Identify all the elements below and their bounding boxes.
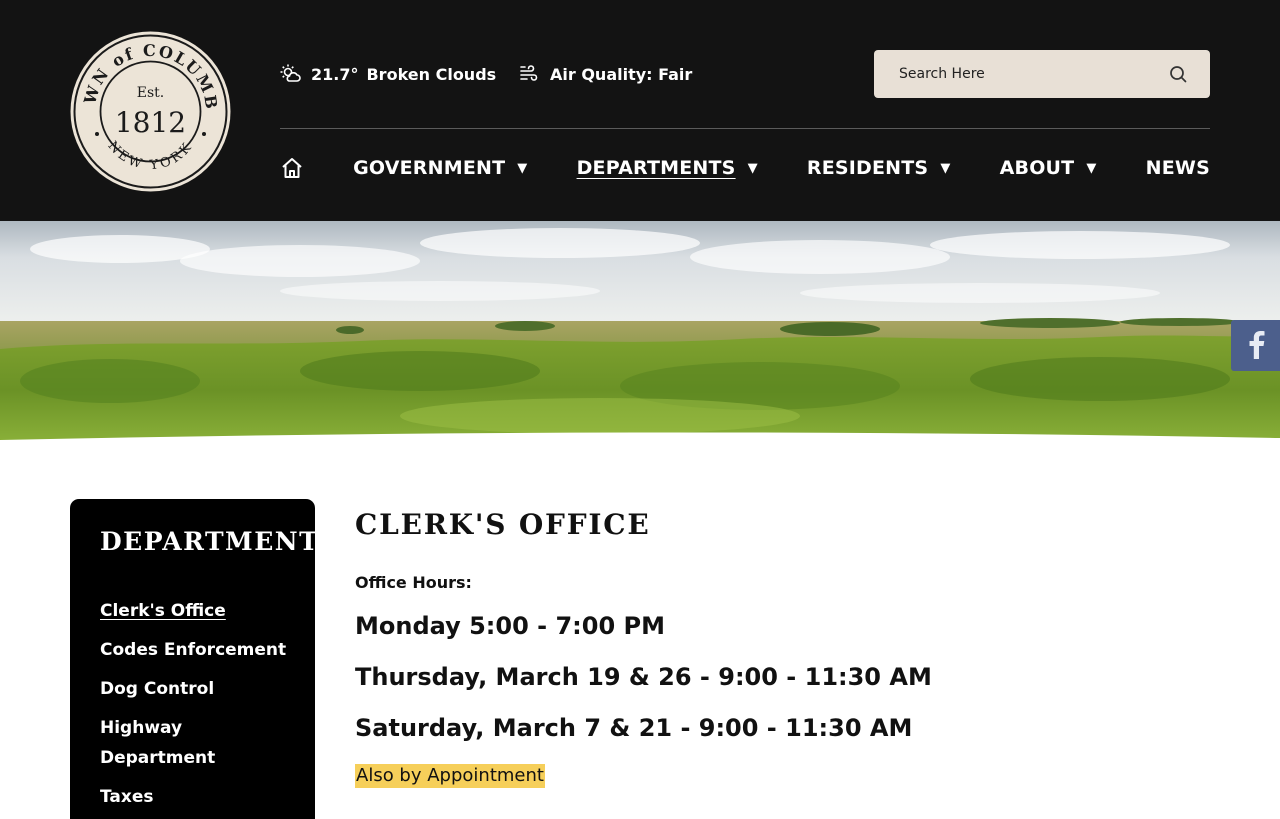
facebook-button[interactable] xyxy=(1231,320,1280,371)
search-box xyxy=(874,50,1210,98)
sidebar-item-highway-department[interactable]: Highway Department xyxy=(100,713,290,773)
seal-est-text: Est. xyxy=(137,85,164,101)
sidebar-item-clerks-office[interactable]: Clerk's Office xyxy=(100,596,290,626)
sidebar-item-taxes[interactable]: Taxes xyxy=(100,782,290,812)
hero-banner-image xyxy=(0,221,1280,446)
main-navigation: GOVERNMENT ▼ DEPARTMENTS ▼ RESIDENTS ▼ A… xyxy=(280,150,1210,186)
nav-item-government[interactable]: GOVERNMENT ▼ xyxy=(353,157,527,179)
main-content: CLERK'S OFFICE Office Hours: Monday 5:00… xyxy=(355,508,1210,788)
sidebar-item-dog-control[interactable]: Dog Control xyxy=(100,674,290,704)
dropdown-caret-icon: ▼ xyxy=(1086,160,1097,176)
nav-item-label: GOVERNMENT xyxy=(353,157,506,179)
wind-icon xyxy=(519,64,539,84)
nav-item-label: NEWS xyxy=(1145,157,1210,179)
appointment-note: Also by Appointment xyxy=(355,764,545,788)
header-divider xyxy=(280,128,1210,129)
hours-line: Monday 5:00 - 7:00 PM xyxy=(355,612,665,640)
partly-cloudy-icon xyxy=(279,63,301,85)
home-icon[interactable] xyxy=(280,156,304,180)
nav-item-news[interactable]: NEWS xyxy=(1146,157,1210,179)
weather-widget: 21.7° Broken Clouds xyxy=(279,62,496,86)
dropdown-caret-icon: ▼ xyxy=(747,160,758,176)
nav-item-label: ABOUT xyxy=(999,157,1075,179)
page-title: CLERK'S OFFICE xyxy=(355,508,651,541)
hours-line: Saturday, March 7 & 21 - 9:00 - 11:30 AM xyxy=(355,714,913,742)
search-icon[interactable] xyxy=(1168,64,1188,84)
office-hours-label: Office Hours: xyxy=(355,573,472,592)
sidebar-item-codes-enforcement[interactable]: Codes Enforcement xyxy=(100,635,290,665)
seal-year-text: 1812 xyxy=(115,106,186,139)
site-header: TOWN of COLUMBIA NEW YORK Est. 1812 21.7… xyxy=(0,0,1280,221)
sidebar-title: DEPARTMENTS xyxy=(100,527,339,556)
nav-item-label: RESIDENTS xyxy=(806,157,929,179)
nav-item-departments[interactable]: DEPARTMENTS ▼ xyxy=(577,157,758,179)
search-input[interactable] xyxy=(899,66,1168,82)
departments-sidebar: DEPARTMENTS Clerk's Office Codes Enforce… xyxy=(70,499,339,819)
weather-temperature: 21.7° xyxy=(311,64,359,84)
weather-condition: Broken Clouds xyxy=(366,64,497,84)
nav-item-residents[interactable]: RESIDENTS ▼ xyxy=(807,157,951,179)
nav-item-label: DEPARTMENTS xyxy=(576,157,736,179)
town-seal-logo[interactable]: TOWN of COLUMBIA NEW YORK Est. 1812 xyxy=(69,30,232,193)
facebook-icon xyxy=(1245,329,1267,363)
hours-line: Thursday, March 19 & 26 - 9:00 - 11:30 A… xyxy=(355,663,932,691)
sidebar-list: Clerk's Office Codes Enforcement Dog Con… xyxy=(100,596,315,812)
air-quality-widget: Air Quality: Fair xyxy=(519,62,692,86)
dropdown-caret-icon: ▼ xyxy=(517,160,528,176)
air-quality-text: Air Quality: Fair xyxy=(550,64,693,84)
nav-item-about[interactable]: ABOUT ▼ xyxy=(1000,157,1097,179)
dropdown-caret-icon: ▼ xyxy=(940,160,951,176)
